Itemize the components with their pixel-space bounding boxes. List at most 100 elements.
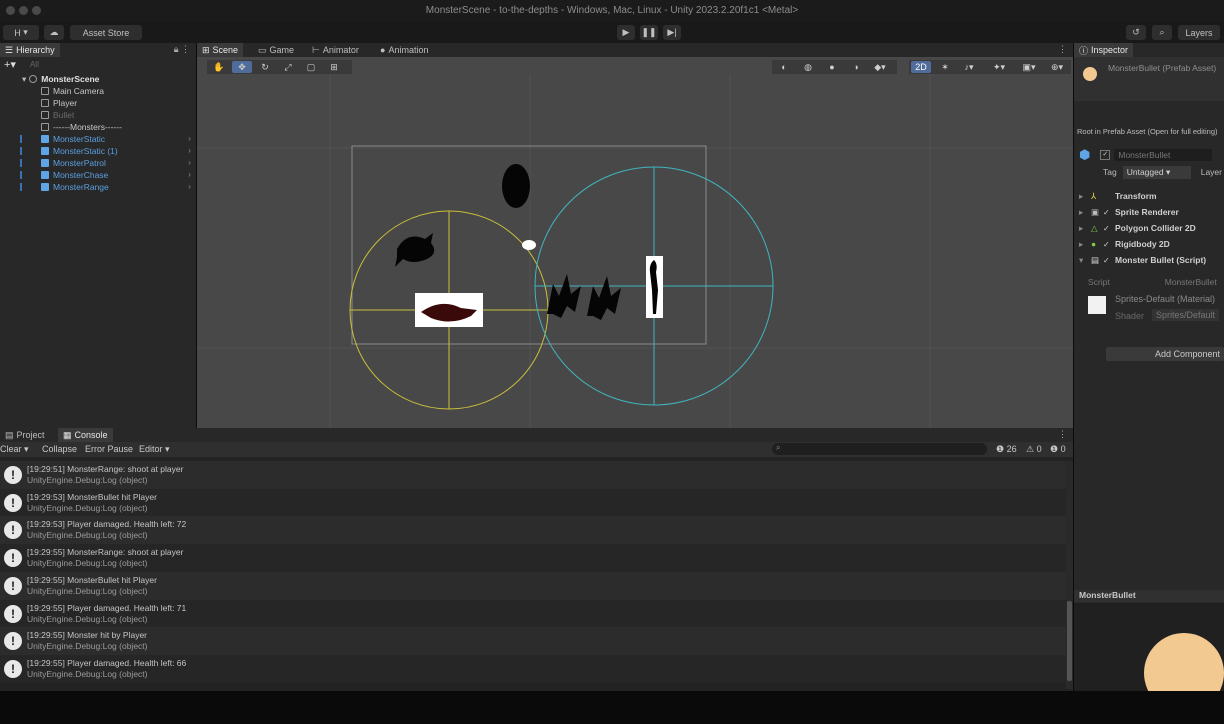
foldout-arrow-icon[interactable]: ▸	[1079, 239, 1087, 250]
component-header[interactable]: ▸ ▣ ✓ Sprite Renderer	[1074, 205, 1224, 219]
warning-count-button[interactable]: ⚠ 0	[1026, 444, 1042, 455]
chevron-right-icon[interactable]: ›	[188, 133, 191, 143]
rotate-tool-icon[interactable]: ↻	[255, 61, 275, 73]
hierarchy-item[interactable]: Bullet	[0, 109, 196, 121]
clear-label: Clear	[0, 444, 22, 454]
camera-icon[interactable]: ▣▾	[1019, 61, 1039, 73]
console-scrollbar[interactable]	[1066, 461, 1073, 689]
tab-console[interactable]: ▦ Console	[58, 428, 113, 442]
hierarchy-item[interactable]: MonsterRange ›	[0, 181, 196, 193]
console-log-entry[interactable]: ! [19:29:53] Player damaged. Health left:…	[0, 516, 1066, 545]
account-button[interactable]: H ▾	[3, 25, 39, 40]
history-icon[interactable]: ↺	[1126, 25, 1146, 40]
lighting-icon[interactable]: ◑	[846, 61, 866, 73]
asset-store-button[interactable]: Asset Store	[70, 25, 142, 40]
hierarchy-search-input[interactable]: All	[30, 60, 39, 69]
hierarchy-item[interactable]: Main Camera	[0, 85, 196, 97]
console-log-entry[interactable]: ! [19:29:55] MonsterRange: shoot at playe…	[0, 544, 1066, 573]
foldout-arrow-icon[interactable]: ▸	[1079, 223, 1087, 234]
scrollbar-thumb[interactable]	[1067, 601, 1072, 681]
hierarchy-item[interactable]: MonsterStatic ›	[0, 133, 196, 145]
chevron-right-icon[interactable]: ›	[188, 157, 191, 167]
shaded-icon[interactable]: ●	[822, 61, 842, 73]
tab-inspector[interactable]: ⓘ Inspector	[1074, 43, 1134, 57]
tab-project[interactable]: ▤ Project	[0, 428, 50, 442]
monster-patrol-sprite[interactable]	[395, 233, 435, 267]
console-log-entry[interactable]: ! [19:29:55] Player damaged. Health left:…	[0, 654, 1066, 683]
monster-static-1-sprite[interactable]	[587, 276, 621, 320]
pause-icon[interactable]: ❚❚	[640, 25, 658, 40]
scale-tool-icon[interactable]: ⤢	[278, 61, 298, 73]
component-enabled-checkbox[interactable]: ✓	[1103, 256, 1112, 265]
move-tool-icon[interactable]: ✥	[232, 61, 252, 73]
tab-animation[interactable]: ● Animation	[375, 43, 433, 57]
add-component-button[interactable]: Add Component	[1106, 347, 1224, 361]
more-options-icon[interactable]: ⋮	[1058, 44, 1067, 55]
console-more-icon[interactable]: ⋮	[1058, 429, 1067, 440]
hand-tool-icon[interactable]: ✋	[209, 61, 229, 73]
hierarchy-item[interactable]: ------Monsters------	[0, 121, 196, 133]
wireframe-icon[interactable]: ◍	[798, 61, 818, 73]
bottom-letterbox	[0, 691, 1224, 724]
log-stacktrace: UnityEngine.Debug:Log (object)	[27, 475, 148, 485]
search-icon[interactable]: ⌕	[1152, 25, 1172, 40]
component-enabled-checkbox[interactable]: ✓	[1103, 240, 1112, 249]
gizmos-icon[interactable]: ⊕▾	[1047, 61, 1067, 73]
console-log-entry[interactable]: ! [19:29:53] MonsterBullet hit Player Unit…	[0, 488, 1066, 517]
component-header[interactable]: ▾ ▤ ✓ Monster Bullet (Script)	[1074, 253, 1224, 267]
cloud-icon[interactable]: ☁	[44, 25, 64, 40]
effects-icon[interactable]: ✦▾	[989, 61, 1009, 73]
component-header[interactable]: ▸ ● ✓ Rigidbody 2D	[1074, 237, 1224, 251]
add-icon[interactable]: +▾	[4, 58, 16, 71]
hierarchy-item[interactable]: MonsterChase ›	[0, 169, 196, 181]
render-mode-icon[interactable]: ◆▾	[870, 61, 890, 73]
shading-icon[interactable]: ◐	[774, 61, 794, 73]
transform-tool-icon[interactable]: ⊞	[324, 61, 344, 73]
lighting-toggle-icon[interactable]: ✶	[935, 61, 955, 73]
error-pause-button[interactable]: Error Pause	[85, 444, 133, 454]
log-count-button[interactable]: ❶ 26	[996, 444, 1017, 455]
clear-button[interactable]: Clear ▾	[0, 444, 29, 455]
active-checkbox[interactable]: ✓	[1100, 150, 1111, 160]
component-enabled-checkbox[interactable]: ✓	[1103, 224, 1112, 233]
tag-dropdown[interactable]: Untagged ▾	[1122, 165, 1191, 179]
lock-icon[interactable]: 🔒︎ ⋮	[174, 44, 190, 55]
monster-chase-sprite[interactable]	[547, 274, 581, 318]
component-enabled-checkbox[interactable]: ✓	[1103, 208, 1112, 217]
scene-root-row[interactable]: ▾ MonsterScene	[0, 73, 196, 85]
console-log-entry[interactable]: ! [19:29:55] Monster hit by Player UnityEn…	[0, 627, 1066, 656]
chevron-right-icon[interactable]: ›	[188, 181, 191, 191]
hierarchy-item[interactable]: MonsterStatic (1) ›	[0, 145, 196, 157]
scene-canvas[interactable]	[197, 74, 1073, 428]
monster-static-sprite[interactable]	[502, 164, 530, 208]
console-log-entry[interactable]: ! [19:29:55] Player damaged. Health left:…	[0, 599, 1066, 628]
tab-animator[interactable]: ⊢ Animator	[307, 43, 364, 57]
rect-tool-icon[interactable]: ▢	[301, 61, 321, 73]
monster-bullet-sprite[interactable]	[522, 240, 536, 250]
chevron-right-icon[interactable]: ›	[188, 169, 191, 179]
hierarchy-item[interactable]: MonsterPatrol ›	[0, 157, 196, 169]
console-search-input[interactable]: ⌕	[772, 443, 987, 455]
mode-2d-toggle[interactable]: 2D	[911, 61, 931, 73]
hierarchy-item[interactable]: Player	[0, 97, 196, 109]
console-log-entry[interactable]: ! [19:29:51] MonsterRange: shoot at playe…	[0, 461, 1066, 489]
component-header[interactable]: ▸ △ ✓ Polygon Collider 2D	[1074, 221, 1224, 235]
tab-scene[interactable]: ⊞ Scene	[197, 43, 244, 57]
shader-dropdown[interactable]: Sprites/Default	[1152, 309, 1220, 321]
foldout-arrow-icon[interactable]: ▸	[1079, 191, 1087, 202]
component-header[interactable]: ▸ ⅄ Transform	[1074, 189, 1224, 203]
step-icon[interactable]: ▶|	[663, 25, 681, 40]
play-icon[interactable]: ▶	[617, 25, 635, 40]
foldout-arrow-icon[interactable]: ▸	[1079, 207, 1087, 218]
console-log-entry[interactable]: ! [19:29:55] MonsterBullet hit Player Unit…	[0, 571, 1066, 600]
layers-dropdown[interactable]: Layers	[1178, 25, 1220, 40]
error-count-button[interactable]: ❶ 0	[1050, 444, 1066, 455]
audio-toggle-icon[interactable]: ♪▾	[959, 61, 979, 73]
object-name-field[interactable]: MonsterBullet	[1114, 149, 1213, 161]
tab-game[interactable]: ▭ Game	[253, 43, 299, 57]
tab-hierarchy[interactable]: ☰ Hierarchy	[0, 43, 60, 57]
foldout-arrow-icon[interactable]: ▾	[1079, 255, 1087, 266]
collapse-button[interactable]: Collapse	[42, 444, 77, 454]
editor-dropdown[interactable]: Editor ▾	[139, 444, 170, 455]
chevron-right-icon[interactable]: ›	[188, 145, 191, 155]
